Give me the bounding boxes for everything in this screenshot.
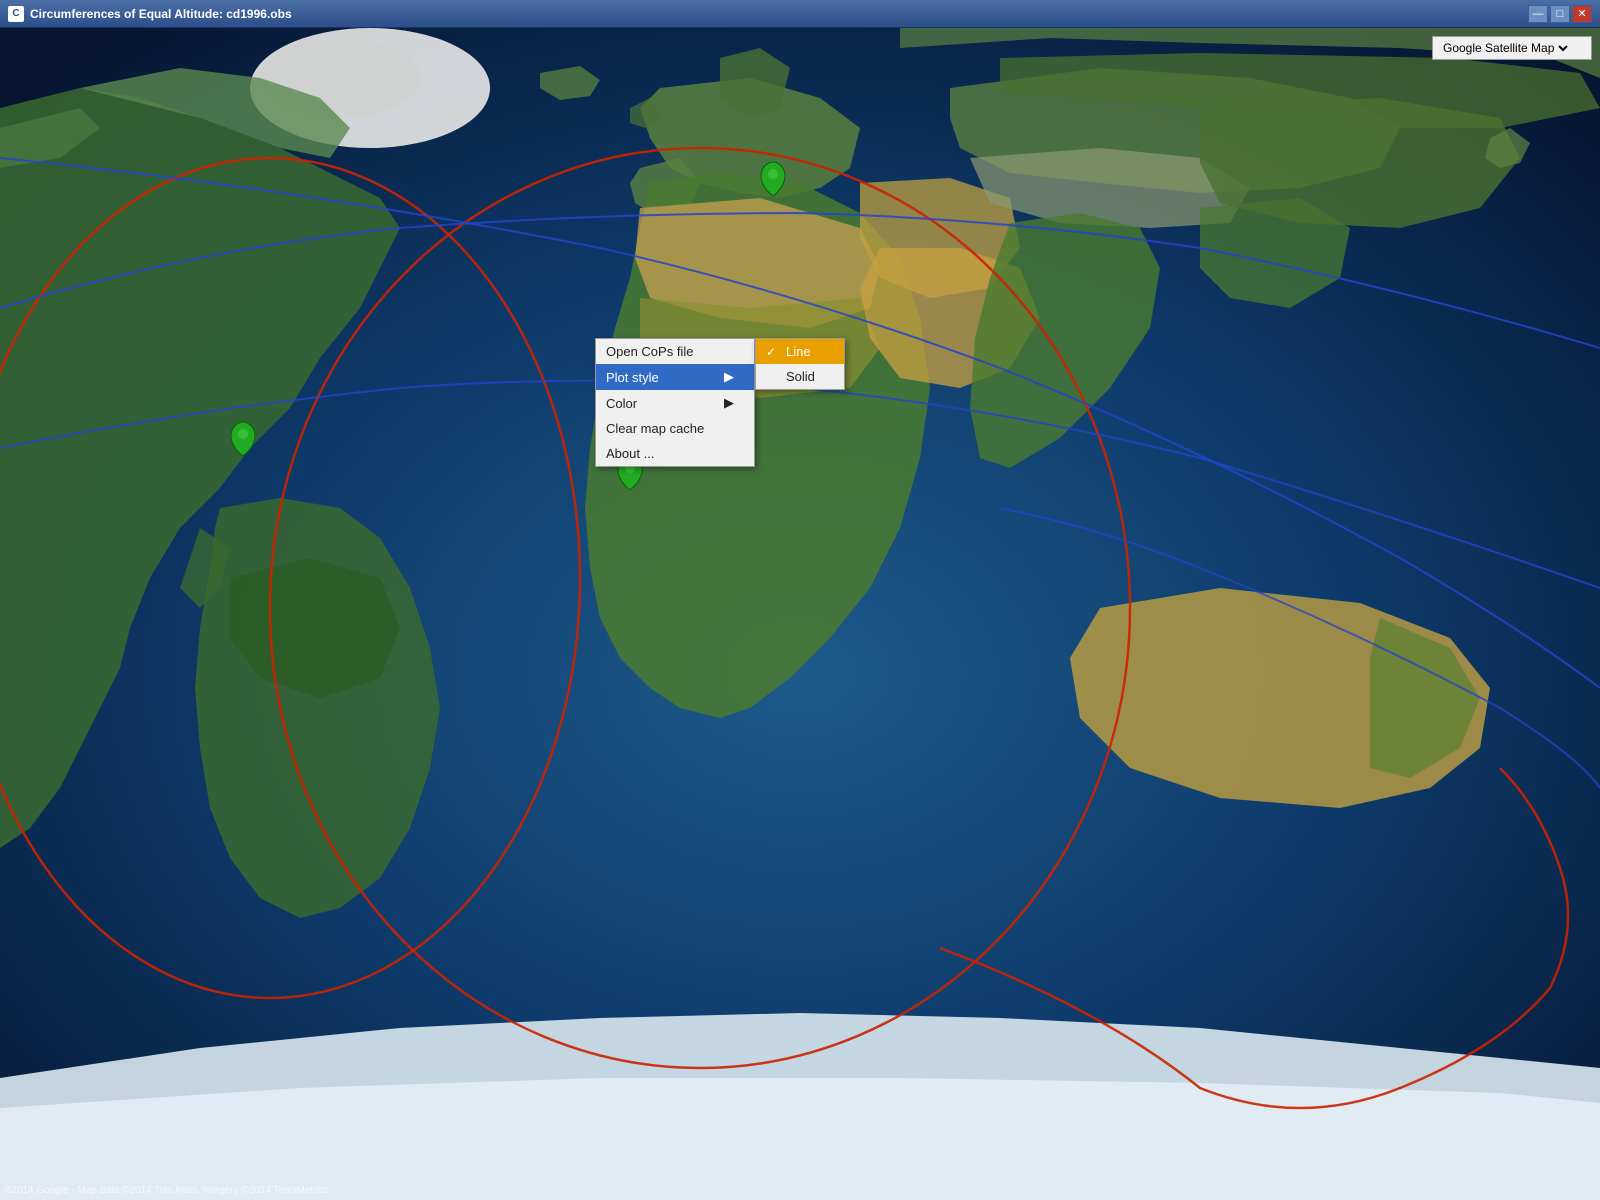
- app-icon: C: [8, 6, 24, 22]
- menu-open-cops[interactable]: Open CoPs file: [596, 339, 754, 364]
- map-container: Google Satellite Map Google Road Map Goo…: [0, 28, 1600, 1200]
- check-icon: ✓: [766, 345, 780, 359]
- map-type-select[interactable]: Google Satellite Map Google Road Map Goo…: [1439, 40, 1571, 56]
- plot-style-submenu: ✓ Line Solid: [755, 338, 845, 390]
- context-menu: Open CoPs file Plot style ▶ Color ▶ Clea…: [595, 338, 755, 467]
- minimize-button[interactable]: —: [1528, 5, 1548, 23]
- window-controls: — □ ✕: [1528, 5, 1592, 23]
- map-type-selector[interactable]: Google Satellite Map Google Road Map Goo…: [1432, 36, 1592, 60]
- plot-style-line[interactable]: ✓ Line: [756, 339, 844, 364]
- map-attribution: ©2014 Google - Map data ©2014 Tele Atlas…: [4, 1185, 329, 1196]
- map-svg: [0, 28, 1600, 1200]
- color-submenu-arrow: ▶: [724, 395, 734, 411]
- menu-about[interactable]: About ...: [596, 441, 754, 466]
- window-title: Circumferences of Equal Altitude: cd1996…: [30, 7, 1528, 21]
- maximize-button[interactable]: □: [1550, 5, 1570, 23]
- menu-color[interactable]: Color ▶: [596, 390, 754, 416]
- menu-plot-style[interactable]: Plot style ▶: [596, 364, 754, 390]
- close-button[interactable]: ✕: [1572, 5, 1592, 23]
- menu-clear-cache[interactable]: Clear map cache: [596, 416, 754, 441]
- submenu-arrow: ▶: [724, 369, 734, 385]
- plot-style-solid[interactable]: Solid: [756, 364, 844, 389]
- titlebar: C Circumferences of Equal Altitude: cd19…: [0, 0, 1600, 28]
